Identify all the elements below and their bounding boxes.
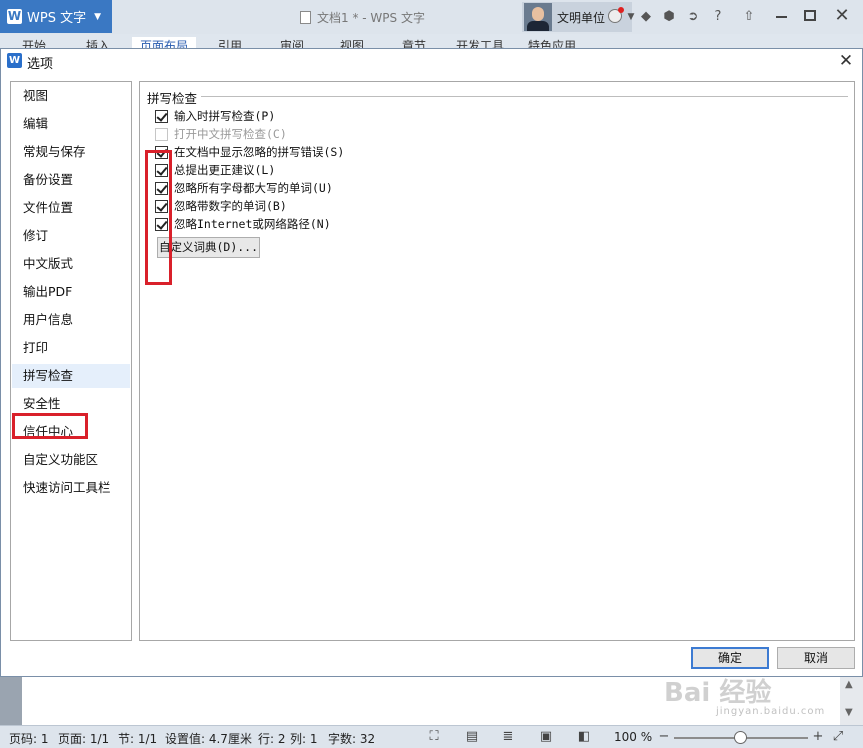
status-setting: 设置值: 4.7厘米	[165, 732, 252, 746]
category-item-quick-access[interactable]: 快速访问工具栏	[12, 476, 130, 500]
option-label: 打开中文拼写检查(C)	[174, 127, 287, 141]
dialog-title-bar: W 选项 ✕	[1, 49, 862, 73]
category-item-view[interactable]: 视图	[12, 84, 130, 108]
vertical-scrollbar[interactable]: ▲ ▼	[840, 677, 863, 725]
ribbon-tabs: 开始 插入 页面布局 引用 审阅 视图 章节 开发工具 特色应用	[0, 34, 863, 48]
option-check-as-you-type[interactable]: 输入时拼写检查(P)	[155, 107, 275, 125]
tab-references[interactable]: 引用	[218, 37, 242, 48]
close-window-button[interactable]: ✕	[830, 4, 854, 28]
option-label: 输入时拼写检查(P)	[174, 109, 276, 123]
group-divider	[200, 96, 848, 97]
category-item-export-pdf[interactable]: 输出PDF	[12, 280, 130, 304]
option-label: 在文档中显示忽略的拼写错误(S)	[174, 145, 345, 159]
category-item-revision[interactable]: 修订	[12, 224, 130, 248]
option-ignore-uppercase[interactable]: 忽略所有字母都大写的单词(U)	[155, 179, 333, 197]
custom-dictionary-button[interactable]: 自定义词典(D)...	[157, 237, 260, 258]
skin-icon[interactable]: ◆	[637, 8, 655, 26]
zoom-out-icon[interactable]: −	[656, 729, 672, 745]
scroll-down-icon[interactable]: ▼	[845, 707, 853, 718]
category-item-print[interactable]: 打印	[12, 336, 130, 360]
zoom-slider-thumb[interactable]	[734, 731, 747, 744]
checkbox-unchecked[interactable]	[155, 127, 168, 141]
status-word-count[interactable]: 字数: 32	[328, 730, 375, 747]
checkbox-checked[interactable]	[155, 109, 168, 123]
category-item-spell-check[interactable]: 拼写检查	[12, 364, 130, 388]
tab-insert[interactable]: 插入	[86, 37, 110, 48]
cloud-icon[interactable]: ⬢	[660, 8, 678, 26]
user-account[interactable]: 文明单位 ▼	[522, 2, 634, 32]
chevron-down-icon: ▼	[94, 11, 101, 22]
options-dialog: W 选项 ✕ 视图 编辑 常规与保存 备份设置 文件位置 修订 中文版式 输出P…	[0, 48, 863, 677]
option-ignore-internet-paths[interactable]: 忽略Internet或网络路径(N)	[155, 215, 331, 233]
status-bar: 页码: 1 页面: 1/1 节: 1/1 设置值: 4.7厘米 行: 2 列: …	[0, 725, 863, 748]
category-item-chinese-layout[interactable]: 中文版式	[12, 252, 130, 276]
option-chinese-spell-check[interactable]: 打开中文拼写检查(C)	[155, 125, 287, 143]
category-item-general-save[interactable]: 常规与保存	[12, 140, 130, 164]
maximize-button[interactable]	[804, 10, 816, 21]
category-item-backup[interactable]: 备份设置	[12, 168, 130, 192]
option-label: 总提出更正建议(L)	[174, 163, 276, 177]
dialog-title: 选项	[27, 57, 54, 72]
eye-protection-icon[interactable]: ◧	[576, 729, 592, 745]
app-menu-button[interactable]: W WPS 文字 ▼	[0, 0, 112, 33]
document-title-text: 文档1 * - WPS 文字	[317, 11, 425, 25]
baidu-watermark-url: jingyan.baidu.com	[716, 706, 826, 717]
help-icon[interactable]: ?	[709, 8, 727, 26]
option-label: 忽略所有字母都大写的单词(U)	[174, 181, 333, 195]
option-show-ignored-errors[interactable]: 在文档中显示忽略的拼写错误(S)	[155, 143, 344, 161]
tab-review[interactable]: 审阅	[280, 37, 304, 48]
group-title: 拼写检查	[147, 88, 202, 107]
category-list: 视图 编辑 常规与保存 备份设置 文件位置 修订 中文版式 输出PDF 用户信息…	[10, 81, 132, 641]
web-view-icon[interactable]: ▣	[538, 729, 554, 745]
document-icon	[300, 11, 311, 24]
spell-check-panel: 拼写检查 输入时拼写检查(P) 打开中文拼写检查(C) 在文档中显示忽略的拼写错…	[139, 81, 855, 641]
option-label: 忽略带数字的单词(B)	[174, 199, 287, 213]
status-page: 页面: 1/1	[58, 732, 110, 746]
category-item-customize-ribbon[interactable]: 自定义功能区	[12, 448, 130, 472]
tab-view[interactable]: 视图	[340, 37, 364, 48]
app-title-bar: W WPS 文字 ▼ 文档1 * - WPS 文字 文明单位 ▼ ◆ ⬢ ➲ ?…	[0, 0, 863, 34]
share-icon[interactable]: ➲	[684, 8, 702, 26]
baidu-watermark: Bai 经验	[664, 678, 772, 708]
dialog-close-button[interactable]: ✕	[835, 50, 857, 72]
option-label: 忽略Internet或网络路径(N)	[174, 217, 331, 231]
zoom-level[interactable]: 100 %	[614, 730, 652, 744]
wps-dialog-icon: W	[7, 53, 22, 68]
status-column: 列: 1	[290, 732, 318, 746]
fit-page-icon[interactable]: ⤢	[830, 729, 846, 745]
avatar[interactable]	[524, 3, 552, 31]
tab-home[interactable]: 开始	[22, 37, 46, 48]
tab-page-layout[interactable]: 页面布局	[132, 37, 197, 48]
cancel-button[interactable]: 取消	[777, 647, 855, 669]
fullscreen-icon[interactable]: ⛶	[426, 729, 442, 745]
outline-view-icon[interactable]: ≣	[500, 729, 516, 745]
tab-section[interactable]: 章节	[402, 37, 426, 48]
category-item-user-info[interactable]: 用户信息	[12, 308, 130, 332]
option-ignore-numbers[interactable]: 忽略带数字的单词(B)	[155, 197, 287, 215]
tab-features[interactable]: 特色应用	[528, 37, 576, 48]
tab-developer[interactable]: 开发工具	[456, 37, 504, 48]
collapse-ribbon-icon[interactable]: ⇧	[740, 8, 758, 26]
checkbox-column-highlight	[145, 150, 172, 285]
user-name: 文明单位	[557, 10, 606, 25]
category-item-edit[interactable]: 编辑	[12, 112, 130, 136]
category-item-file-location[interactable]: 文件位置	[12, 196, 130, 220]
wps-logo-icon: W	[7, 9, 22, 24]
option-always-suggest[interactable]: 总提出更正建议(L)	[155, 161, 275, 179]
zoom-in-icon[interactable]: +	[810, 729, 826, 745]
document-title: 文档1 * - WPS 文字	[300, 9, 425, 26]
scroll-up-icon[interactable]: ▲	[845, 679, 853, 690]
selected-category-highlight	[12, 413, 88, 439]
ok-button[interactable]: 确定	[691, 647, 769, 669]
app-name: WPS 文字	[27, 11, 87, 26]
status-section: 节: 1/1	[118, 732, 158, 746]
minimize-button[interactable]	[776, 16, 787, 18]
page-view-icon[interactable]: ▤	[464, 729, 480, 745]
status-page-number: 页码: 1	[9, 732, 49, 746]
status-row: 行: 2	[258, 732, 286, 746]
